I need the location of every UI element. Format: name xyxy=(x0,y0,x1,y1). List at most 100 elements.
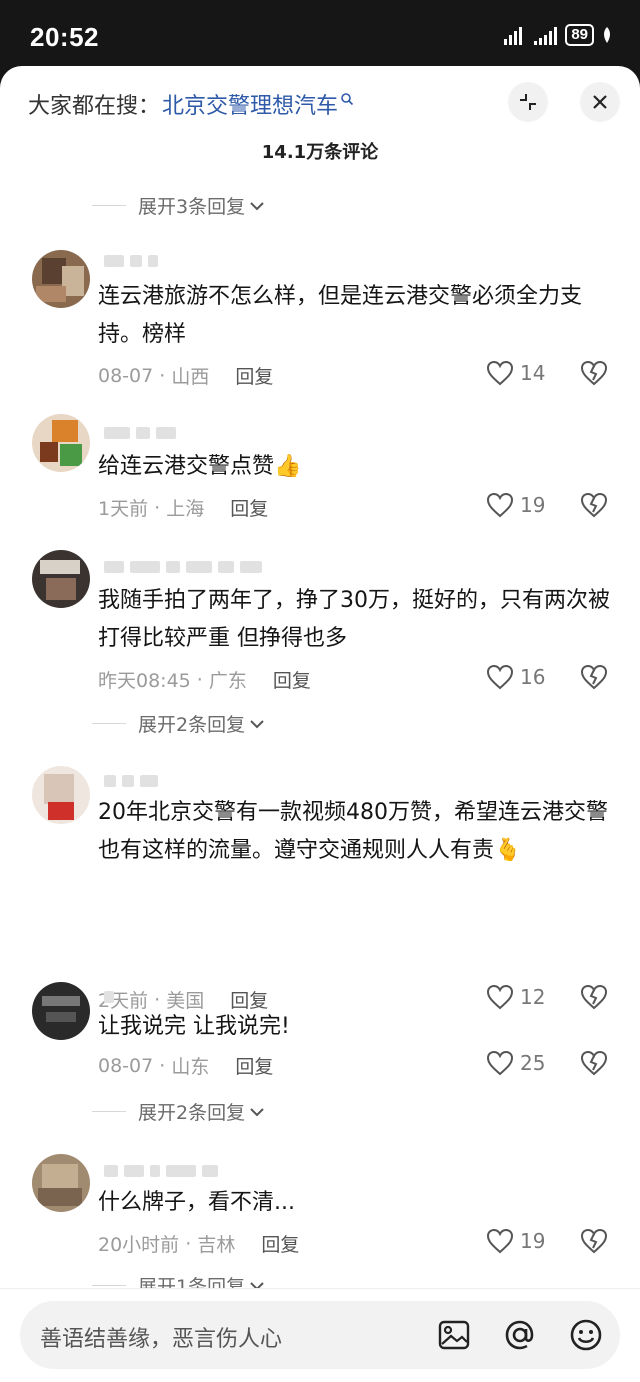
comment-input-bar: 善语结善缘，恶言伤人心 xyxy=(0,1288,640,1382)
avatar[interactable] xyxy=(32,550,90,608)
expand-replies-button[interactable]: 展开2条回复 xyxy=(92,1098,265,1125)
expand-label: 展开2条回复 xyxy=(138,714,246,736)
meta-separator: · xyxy=(179,1232,198,1255)
signal-icon-2 xyxy=(534,25,558,45)
username-blurred[interactable] xyxy=(104,1164,218,1178)
search-prefix: 大家都在搜： xyxy=(28,94,161,119)
comment-location: 吉林 xyxy=(197,1234,236,1256)
heart-icon xyxy=(486,1050,514,1076)
comment-time: 08-07 xyxy=(98,364,154,387)
expand-replies-button[interactable]: 展开3条回复 xyxy=(92,192,265,219)
avatar[interactable] xyxy=(32,766,90,824)
dislike-icon[interactable] xyxy=(580,984,608,1010)
image-icon[interactable] xyxy=(436,1317,472,1353)
comment-location: 上海 xyxy=(166,498,205,520)
like-count: 25 xyxy=(520,1051,546,1075)
divider xyxy=(92,1111,126,1112)
comment-meta: 1天前 · 上海 回复 xyxy=(98,494,268,521)
comment-time: 1天前 xyxy=(98,498,149,520)
meta-separator: · xyxy=(153,364,172,387)
dislike-icon[interactable] xyxy=(580,1050,608,1076)
username-blurred[interactable] xyxy=(104,560,262,574)
like-button[interactable]: 19 xyxy=(486,492,545,518)
like-count: 14 xyxy=(520,361,546,385)
expand-label: 展开3条回复 xyxy=(138,196,246,218)
comment-text: 我随手拍了两年了，挣了30万，挺好的，只有两次被打得比较严重 但挣得也多 xyxy=(98,588,610,651)
reply-button[interactable]: 回复 xyxy=(273,666,311,693)
search-suggestion[interactable]: 大家都在搜： 北京交警理想汽车 xyxy=(28,88,354,120)
comment-sheet: 大家都在搜： 北京交警理想汽车 14.1万条评论 展开3条回复 连云港旅游不怎么… xyxy=(0,66,640,1382)
meta-separator: · xyxy=(148,496,167,519)
like-button[interactable]: 25 xyxy=(486,1050,545,1076)
comment-meta: 昨天08:45 · 广东 回复 xyxy=(98,666,311,693)
close-button[interactable] xyxy=(580,82,620,122)
comment-location: 山西 xyxy=(171,366,210,388)
meta-separator: · xyxy=(153,1054,172,1077)
search-icon xyxy=(341,93,354,106)
expand-label: 展开2条回复 xyxy=(138,1102,246,1124)
like-count: 12 xyxy=(520,985,546,1009)
avatar[interactable] xyxy=(32,414,90,472)
heart-icon xyxy=(486,1228,514,1254)
comment-text: 20年北京交警有一款视频480万赞，希望连云港交警也有这样的流量。遵守交通规则人… xyxy=(98,800,608,863)
comment-input[interactable]: 善语结善缘，恶言伤人心 xyxy=(20,1301,620,1369)
divider xyxy=(92,1285,126,1286)
heart-icon xyxy=(486,492,514,518)
comment-text: 给连云港交警点赞👍 xyxy=(98,454,302,479)
leaf-icon xyxy=(604,27,610,43)
heart-icon xyxy=(486,360,514,386)
like-button[interactable]: 16 xyxy=(486,664,545,690)
chevron-down-icon xyxy=(250,201,264,210)
like-count: 19 xyxy=(520,1229,546,1253)
username-blurred[interactable] xyxy=(104,774,158,788)
divider xyxy=(92,205,126,206)
dislike-icon[interactable] xyxy=(580,1228,608,1254)
like-count: 16 xyxy=(520,665,546,689)
meta-separator: · xyxy=(190,668,209,691)
status-bar: 20:52 89 xyxy=(0,0,640,68)
username-blurred[interactable] xyxy=(104,426,176,440)
comment-text: 连云港旅游不怎么样，但是连云港交警必须全力支持。榜样 xyxy=(98,284,583,347)
reply-button[interactable]: 回复 xyxy=(261,1230,299,1257)
dislike-icon[interactable] xyxy=(580,492,608,518)
comment-location: 山东 xyxy=(171,1056,210,1078)
avatar[interactable] xyxy=(32,250,90,308)
avatar[interactable] xyxy=(32,982,90,1040)
like-count: 19 xyxy=(520,493,546,517)
comment-meta: 08-07 · 山东 回复 xyxy=(98,1052,273,1079)
heart-icon xyxy=(486,664,514,690)
comment-count: 14.1万条评论 xyxy=(261,142,379,163)
status-icons: 89 xyxy=(504,24,612,46)
reply-button[interactable]: 回复 xyxy=(230,494,268,521)
collapse-icon xyxy=(520,94,536,110)
like-button[interactable]: 14 xyxy=(486,360,545,386)
dislike-icon[interactable] xyxy=(580,664,608,690)
like-button[interactable]: 12 xyxy=(486,984,545,1010)
emoji-icon[interactable] xyxy=(568,1317,604,1353)
collapse-button[interactable] xyxy=(508,82,548,122)
like-button[interactable]: 19 xyxy=(486,1228,545,1254)
input-placeholder: 善语结善缘，恶言伤人心 xyxy=(40,1327,283,1352)
comment-meta: 08-07 · 山西 回复 xyxy=(98,362,273,389)
divider xyxy=(92,723,126,724)
reply-button[interactable]: 回复 xyxy=(235,1052,273,1079)
comment-text: 什么牌子，看不清... xyxy=(98,1190,295,1215)
username-blurred[interactable] xyxy=(104,254,158,268)
mention-icon[interactable] xyxy=(502,1317,538,1353)
battery-icon: 89 xyxy=(565,24,594,46)
comment-meta: 20小时前 · 吉林 回复 xyxy=(98,1230,299,1257)
chevron-down-icon xyxy=(250,719,264,728)
close-icon xyxy=(593,95,607,109)
expand-replies-button[interactable]: 展开2条回复 xyxy=(92,710,265,737)
comment-location: 广东 xyxy=(208,670,247,692)
comment-time: 20小时前 xyxy=(98,1234,180,1256)
avatar[interactable] xyxy=(32,1154,90,1212)
dislike-icon[interactable] xyxy=(580,360,608,386)
comment-time: 昨天08:45 xyxy=(98,670,191,692)
status-time: 20:52 xyxy=(30,22,99,52)
heart-icon xyxy=(486,984,514,1010)
reply-button[interactable]: 回复 xyxy=(235,362,273,389)
search-term-link[interactable]: 北京交警理想汽车 xyxy=(162,88,338,120)
signal-icon xyxy=(504,25,523,45)
username-blurred[interactable] xyxy=(104,990,114,1004)
